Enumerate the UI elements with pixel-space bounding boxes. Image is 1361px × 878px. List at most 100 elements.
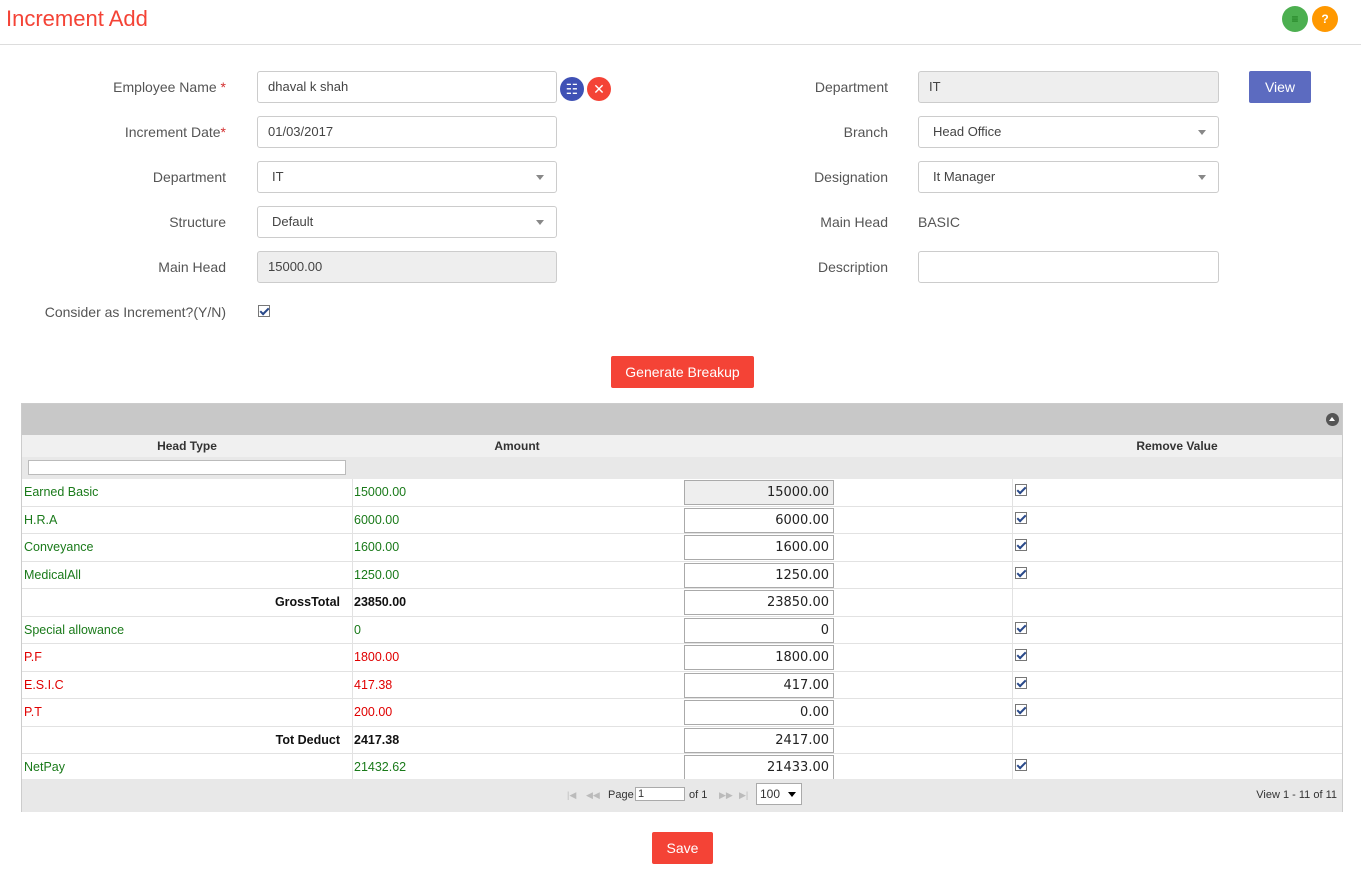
page-label: Page bbox=[608, 789, 634, 801]
main-head-label: Main Head bbox=[158, 259, 226, 275]
column-header-remove-value[interactable]: Remove Value bbox=[1012, 435, 1342, 457]
column-header-amount[interactable]: Amount bbox=[352, 435, 682, 457]
remove-value-checkbox[interactable] bbox=[1015, 759, 1027, 771]
column-divider bbox=[1012, 644, 1013, 671]
column-divider bbox=[1012, 479, 1013, 506]
column-divider bbox=[1012, 699, 1013, 726]
amount-input[interactable]: 6000.00 bbox=[684, 507, 834, 533]
chevron-down-icon bbox=[788, 792, 796, 797]
head-type-cell: Tot Deduct bbox=[275, 732, 340, 747]
next-page-icon[interactable]: ▶▶ bbox=[719, 790, 733, 801]
column-divider bbox=[352, 616, 353, 643]
grid-header-row: Head Type Amount Remove Value bbox=[22, 435, 1342, 457]
remove-value-checkbox[interactable] bbox=[1015, 539, 1027, 551]
right-main-head-label: Main Head bbox=[820, 214, 888, 230]
grid-filter-row bbox=[22, 457, 1342, 479]
page-size-value: 100 bbox=[760, 787, 781, 801]
amount-cell: 21432.62 bbox=[354, 760, 407, 774]
grid-pager: |◀ ◀◀ Page 1 of 1 ▶▶ ▶| 100 View 1 - 11 … bbox=[22, 779, 1342, 812]
amount-cell: 417.38 bbox=[354, 677, 393, 692]
amount-input[interactable]: 1800.00 bbox=[684, 645, 834, 670]
generate-breakup-button[interactable]: Generate Breakup bbox=[611, 356, 754, 388]
save-button[interactable]: Save bbox=[652, 832, 713, 864]
view-button[interactable]: View bbox=[1249, 71, 1311, 103]
column-divider bbox=[1012, 561, 1013, 588]
view-info: View 1 - 11 of 11 bbox=[1256, 789, 1337, 801]
head-type-cell: Special allowance bbox=[24, 622, 125, 637]
amount-input[interactable]: 23850.00 bbox=[684, 590, 834, 615]
structure-select[interactable]: Default bbox=[257, 206, 557, 238]
menu-icon[interactable]: ≡ bbox=[1282, 6, 1308, 32]
top-bar: Increment Add ≡ ? bbox=[0, 0, 1361, 45]
chevron-down-icon bbox=[1198, 130, 1206, 135]
amount-cell: 2417.38 bbox=[354, 732, 400, 747]
table-row: Conveyance 1600.00 1600.00 bbox=[22, 534, 1342, 562]
column-divider bbox=[1012, 506, 1013, 533]
employee-lookup-grid-icon[interactable]: ☷ bbox=[560, 77, 584, 101]
amount-input[interactable]: 417.00 bbox=[684, 672, 834, 698]
right-department-input: IT bbox=[918, 71, 1219, 103]
remove-value-checkbox[interactable] bbox=[1015, 511, 1027, 524]
clear-employee-icon[interactable]: ✕ bbox=[587, 77, 611, 101]
table-row: Special allowance 0 0 bbox=[22, 616, 1342, 644]
collapse-icon[interactable] bbox=[1326, 413, 1339, 426]
column-divider bbox=[352, 671, 353, 698]
description-input[interactable] bbox=[918, 251, 1219, 283]
branch-select[interactable]: Head Office bbox=[918, 116, 1219, 148]
remove-value-checkbox[interactable] bbox=[1015, 566, 1027, 579]
amount-input[interactable]: 0 bbox=[684, 617, 834, 643]
amount-input[interactable]: 1250.00 bbox=[684, 562, 834, 588]
head-type-cell: P.F bbox=[24, 650, 42, 664]
column-divider bbox=[1012, 754, 1013, 781]
table-row: Earned Basic 15000.00 15000.00 bbox=[22, 479, 1342, 507]
remove-value-checkbox[interactable] bbox=[1015, 704, 1027, 716]
remove-value-checkbox[interactable] bbox=[1015, 484, 1027, 496]
breakup-grid: Head Type Amount Remove Value Earned Bas… bbox=[21, 403, 1343, 812]
amount-input[interactable]: 1600.00 bbox=[684, 535, 834, 560]
head-type-cell: Earned Basic bbox=[24, 485, 99, 499]
table-row: GrossTotal 23850.00 23850.00 bbox=[22, 589, 1342, 617]
column-divider bbox=[352, 479, 353, 506]
main-head-amount-input: 15000.00 bbox=[257, 251, 557, 283]
remove-value-checkbox[interactable] bbox=[1015, 649, 1027, 661]
increment-date-input[interactable]: 01/03/2017 bbox=[257, 116, 557, 148]
column-divider bbox=[352, 534, 353, 561]
head-type-filter-input[interactable] bbox=[28, 460, 346, 475]
designation-label: Designation bbox=[814, 169, 888, 185]
chevron-down-icon bbox=[1198, 175, 1206, 180]
designation-select[interactable]: It Manager bbox=[918, 161, 1219, 193]
amount-cell: 1600.00 bbox=[354, 540, 400, 554]
branch-label: Branch bbox=[843, 124, 888, 140]
branch-select-value: Head Office bbox=[933, 124, 1002, 139]
grid-caption-bar bbox=[22, 404, 1342, 435]
table-row: MedicalAll 1250.00 1250.00 bbox=[22, 561, 1342, 589]
right-main-head-value: BASIC bbox=[918, 214, 961, 230]
chevron-down-icon bbox=[536, 220, 544, 225]
remove-value-checkbox[interactable] bbox=[1015, 676, 1027, 689]
table-row: P.T 200.00 0.00 bbox=[22, 699, 1342, 727]
last-page-icon[interactable]: ▶| bbox=[739, 790, 748, 801]
consider-increment-checkbox[interactable] bbox=[258, 305, 270, 317]
head-type-cell: NetPay bbox=[24, 760, 65, 774]
amount-input[interactable]: 2417.00 bbox=[684, 727, 834, 753]
help-icon[interactable]: ? bbox=[1312, 6, 1338, 32]
amount-input[interactable]: 0.00 bbox=[684, 700, 834, 725]
amount-cell: 200.00 bbox=[354, 705, 393, 719]
department-select-value: IT bbox=[272, 169, 284, 184]
page-number-input[interactable]: 1 bbox=[635, 787, 685, 801]
page-size-select[interactable]: 100 bbox=[756, 783, 802, 805]
head-type-cell: P.T bbox=[24, 705, 42, 719]
amount-cell: 0 bbox=[354, 622, 361, 637]
first-page-icon[interactable]: |◀ bbox=[567, 790, 576, 801]
department-select[interactable]: IT bbox=[257, 161, 557, 193]
amount-input[interactable]: 15000.00 bbox=[684, 480, 834, 505]
amount-input[interactable]: 21433.00 bbox=[684, 755, 834, 780]
column-divider bbox=[1012, 589, 1013, 616]
prev-page-icon[interactable]: ◀◀ bbox=[586, 790, 600, 801]
column-divider bbox=[1012, 726, 1013, 753]
remove-value-checkbox[interactable] bbox=[1015, 621, 1027, 634]
increment-date-label: Increment Date* bbox=[124, 124, 226, 140]
employee-name-input[interactable]: dhaval k shah bbox=[257, 71, 557, 103]
column-header-head-type[interactable]: Head Type bbox=[22, 435, 352, 457]
column-divider bbox=[352, 561, 353, 588]
